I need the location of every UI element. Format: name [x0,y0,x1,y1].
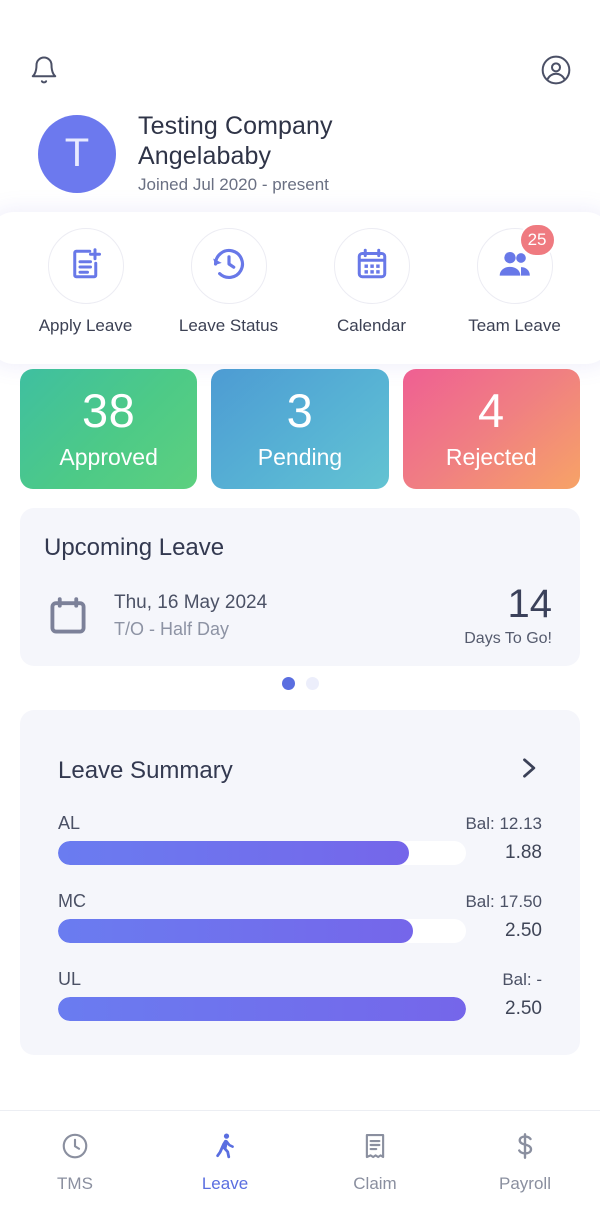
leave-balance: Bal: 17.50 [465,892,542,911]
leave-row-bar: 2.50 [58,919,542,943]
company-name-line2: Angelababy [138,141,272,170]
carousel-dot-1[interactable] [281,677,295,690]
leave-row-bar: 1.88 [58,841,542,865]
leave-used-value: 2.50 [505,920,542,941]
leave-progress-fill [58,841,409,865]
upcoming-leave-row: Thu, 16 May 2024 T/O - Half Day 14 Days … [44,584,556,648]
upcoming-leave-type: T/O - Half Day [114,619,230,639]
leave-progress-track[interactable] [58,841,466,865]
calendar-circle[interactable] [333,228,410,304]
quick-action-apply-leave[interactable]: Apply Leave [25,228,147,336]
quick-action-label: Team Leave [468,316,561,335]
stat-card-rejected[interactable]: 4 Rejected [402,369,580,489]
profile-header: T Testing Company Angelababy Joined Jul … [0,112,600,195]
nav-label: Claim [353,1174,397,1193]
leave-row-bar: 2.50 [58,997,542,1021]
team-leave-badge: 25 [518,223,556,257]
leave-summary-row: MC Bal: 17.50 2.50 [58,891,542,943]
top-bar [0,45,600,95]
avatar-initial: T [64,131,90,175]
leave-used-value: 1.88 [505,842,542,863]
nav-item-leave[interactable]: Leave [150,1131,300,1194]
nav-item-payroll[interactable]: Payroll [450,1131,600,1194]
quick-action-label: Apply Leave [38,316,133,335]
leave-type-code: UL [58,969,82,989]
apply-leave-circle[interactable] [47,228,124,304]
quick-action-team-leave[interactable]: 25 Team Leave [454,223,576,336]
quick-actions-row: Apply Leave Leave Status Calendar 25 Tea… [0,223,600,358]
leave-row-top: AL Bal: 12.13 [58,813,542,834]
app-screen: T Testing Company Angelababy Joined Jul … [0,0,600,1226]
leave-type-code: AL [58,813,81,833]
leave-row-top: MC Bal: 17.50 [58,891,542,912]
leave-used-value: 2.50 [505,998,542,1019]
document-plus-icon [68,246,104,287]
leave-stat-cards: 38 Approved 3 Pending 4 Rejected [20,369,580,489]
nav-label: Leave [201,1174,249,1193]
quick-action-leave-status[interactable]: Leave Status [168,228,290,336]
quick-action-label: Leave Status [178,316,279,335]
history-clock-icon [210,245,248,288]
bottom-navigation: TMS Leave Claim Payroll [0,1110,600,1226]
leave-summary-row: AL Bal: 12.13 1.88 [58,813,542,865]
calendar-outline-icon [44,592,92,640]
bell-icon [29,55,59,85]
stat-label: Approved [59,444,158,470]
leave-summary-title: Leave Summary [58,756,233,784]
account-button[interactable] [538,52,574,88]
clock-icon [60,1131,90,1166]
leave-progress-fill [58,997,466,1021]
quick-action-label: Calendar [337,316,406,335]
dollar-icon [510,1131,540,1166]
stat-label: Pending [257,444,343,470]
leave-progress-track[interactable] [58,997,466,1021]
stat-value: 38 [82,384,136,437]
days-to-go-caption: Days To Go! [464,630,552,647]
upcoming-leave-card[interactable]: Upcoming Leave Thu, 16 May 2024 T/O - Ha… [20,508,580,666]
leave-progress-fill [58,919,413,943]
company-name-line1: Testing Company [138,112,333,140]
receipt-icon [360,1131,390,1166]
leave-row-top: UL Bal: - [58,969,542,990]
profile-text: Testing Company Angelababy Joined Jul 20… [138,112,333,195]
stat-value: 4 [478,384,505,437]
leave-status-circle[interactable] [190,228,267,304]
team-leave-circle[interactable]: 25 [476,223,556,304]
nav-label: TMS [57,1174,93,1193]
stat-value: 3 [286,384,314,437]
stat-card-pending[interactable]: 3 Pending [211,369,389,489]
joined-date: Joined Jul 2020 - present [138,175,329,194]
account-circle-icon [540,54,572,86]
leave-summary-header: Leave Summary [58,754,542,787]
calendar-icon [354,246,390,287]
upcoming-leave-countdown: 14 Days To Go! [464,584,556,648]
avatar: T [38,114,116,193]
upcoming-leave-date: Thu, 16 May 2024 [114,592,268,613]
walking-person-icon [210,1131,240,1166]
carousel-dot-2[interactable] [305,677,319,690]
nav-item-claim[interactable]: Claim [300,1131,450,1194]
quick-action-calendar[interactable]: Calendar [311,228,433,336]
upcoming-leave-details: Thu, 16 May 2024 T/O - Half Day [114,592,464,640]
leave-summary-row: UL Bal: - 2.50 [58,969,542,1021]
days-to-go-value: 14 [507,582,553,626]
nav-item-tms[interactable]: TMS [0,1131,150,1194]
leave-summary-card: Leave Summary AL Bal: 12.13 1.88 MC Bal:… [20,710,580,1055]
leave-balance: Bal: 12.13 [465,814,542,833]
leave-summary-more-button[interactable] [514,754,542,787]
stat-label: Rejected [445,444,537,470]
chevron-right-icon [514,754,542,787]
nav-label: Payroll [499,1174,551,1193]
leave-type-code: MC [58,891,86,911]
notification-bell-button[interactable] [26,52,62,88]
upcoming-leave-title: Upcoming Leave [44,534,225,561]
carousel-dots [0,677,600,690]
stat-card-approved[interactable]: 38 Approved [20,369,198,489]
leave-progress-track[interactable] [58,919,466,943]
leave-balance: Bal: - [502,970,542,989]
